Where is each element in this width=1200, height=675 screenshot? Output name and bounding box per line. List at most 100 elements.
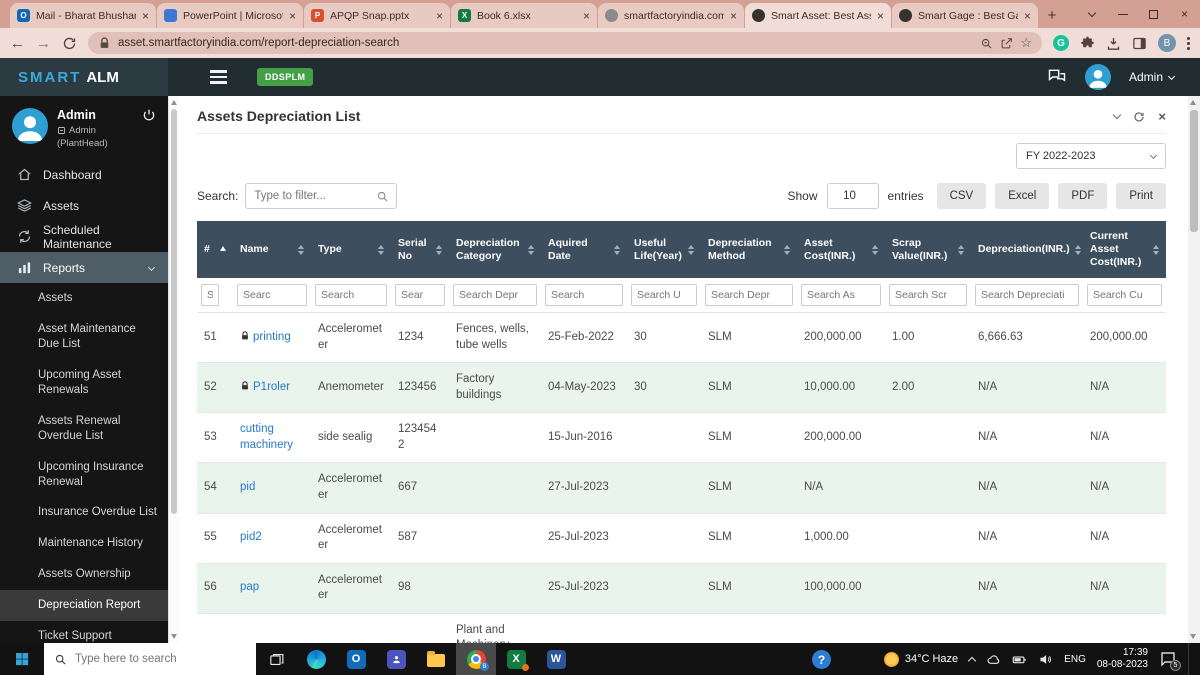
show-desktop-button[interactable]	[1188, 643, 1192, 675]
browser-menu-icon[interactable]	[1187, 37, 1190, 50]
column-header-serial-no[interactable]: Serial No	[391, 221, 449, 278]
search-input[interactable]	[245, 183, 397, 209]
column-header-name[interactable]: Name	[233, 221, 311, 278]
sort-icon[interactable]	[378, 245, 384, 255]
column-header-[interactable]: #	[197, 221, 233, 278]
column-filter-input-5[interactable]	[545, 284, 623, 306]
sort-icon[interactable]	[1075, 245, 1081, 255]
print-export-button[interactable]: Print	[1116, 183, 1166, 209]
hamburger-menu-icon[interactable]	[210, 70, 227, 84]
column-filter-input-7[interactable]	[705, 284, 793, 306]
column-header-depreciation-category[interactable]: Depreciation Category	[449, 221, 541, 278]
column-header-current-asset-cost-inr[interactable]: Current Asset Cost(INR.)	[1083, 221, 1166, 278]
tab-close-icon[interactable]: ×	[142, 10, 149, 22]
tab-close-icon[interactable]: ×	[289, 10, 296, 22]
tray-expand-icon[interactable]	[968, 656, 976, 664]
sidebar-subitem-maintenance-history[interactable]: Maintenance History	[0, 528, 168, 559]
sidebar-item-dashboard[interactable]: Dashboard	[0, 159, 168, 190]
user-avatar[interactable]	[1085, 64, 1111, 90]
tab-close-icon[interactable]: ×	[1024, 10, 1031, 22]
sidebar-item-scheduled-maintenance[interactable]: Scheduled Maintenance	[0, 221, 168, 252]
asset-name-link[interactable]: printing	[253, 331, 291, 343]
tab-close-icon[interactable]: ×	[730, 10, 737, 22]
panel-collapse-icon[interactable]	[1113, 111, 1121, 119]
ddsplm-badge[interactable]: DDSPLM	[257, 68, 313, 86]
downloads-icon[interactable]	[1106, 36, 1121, 51]
column-filter-input-8[interactable]	[801, 284, 881, 306]
column-header-depreciation-method[interactable]: Depreciation Method	[701, 221, 797, 278]
sidebar-subitem-asset-maintenance-due-list[interactable]: Asset Maintenance Due List	[0, 314, 168, 360]
share-icon[interactable]	[1000, 37, 1013, 50]
taskbar-app-chrome[interactable]: B	[456, 643, 496, 675]
speaker-icon[interactable]	[1038, 652, 1053, 667]
sort-icon[interactable]	[614, 245, 620, 255]
grammarly-extension-icon[interactable]: G	[1053, 35, 1069, 51]
maximize-button[interactable]	[1138, 0, 1169, 28]
onedrive-cloud-icon[interactable]	[986, 652, 1001, 667]
sidebar-item-assets[interactable]: Assets	[0, 190, 168, 221]
sidebar-item-reports[interactable]: Reports	[0, 252, 168, 283]
asset-name-link[interactable]: pid	[240, 481, 255, 493]
sidebar-subitem-depreciation-report[interactable]: Depreciation Report	[0, 590, 168, 621]
column-filter-input-2[interactable]	[315, 284, 387, 306]
scrollbar-thumb[interactable]	[171, 109, 177, 514]
taskbar-app-outlook[interactable]: O	[336, 643, 376, 675]
column-header-asset-cost-inr[interactable]: Asset Cost(INR.)	[797, 221, 885, 278]
panel-close-icon[interactable]: ×	[1158, 110, 1166, 123]
sidebar-subitem-assets[interactable]: Assets	[0, 283, 168, 314]
sidebar-subitem-insurance-overdue-list[interactable]: Insurance Overdue List	[0, 497, 168, 528]
column-filter-input-1[interactable]	[237, 284, 307, 306]
language-indicator[interactable]: ENG	[1064, 654, 1086, 665]
browser-tab[interactable]: PAPQP Snap.pptx×	[304, 3, 450, 28]
column-filter-input-3[interactable]	[395, 284, 445, 306]
extensions-puzzle-icon[interactable]	[1080, 36, 1095, 51]
browser-tab[interactable]: Smart Gage : Best Ga×	[892, 3, 1038, 28]
column-header-scrap-value-inr[interactable]: Scrap Value(INR.)	[885, 221, 971, 278]
taskbar-app-teams[interactable]	[376, 643, 416, 675]
taskbar-search-input[interactable]	[75, 653, 235, 665]
panel-refresh-icon[interactable]	[1133, 110, 1145, 122]
taskbar-app-excel[interactable]: X	[496, 643, 536, 675]
address-bar[interactable]: asset.smartfactoryindia.com/report-depre…	[88, 32, 1042, 54]
asset-name-link[interactable]: pap	[240, 581, 259, 593]
sidebar-subitem-ticket-support[interactable]: Ticket Support	[0, 621, 168, 643]
tab-close-icon[interactable]: ×	[583, 10, 590, 22]
scroll-up-arrow[interactable]	[171, 100, 177, 105]
asset-name-link[interactable]: cutting machinery	[240, 423, 293, 451]
column-header-useful-life-year[interactable]: Useful Life(Year)	[627, 221, 701, 278]
excel-export-button[interactable]: Excel	[995, 183, 1049, 209]
column-filter-input-6[interactable]	[631, 284, 697, 306]
forward-icon[interactable]: →	[36, 36, 51, 51]
sort-icon[interactable]	[1153, 245, 1159, 255]
zoom-out-icon[interactable]	[980, 37, 993, 50]
reload-icon[interactable]	[62, 36, 77, 51]
browser-tab[interactable]: XBook 6.xlsx×	[451, 3, 597, 28]
get-help-icon[interactable]: ?	[812, 650, 831, 669]
taskbar-clock[interactable]: 17:39 08-08-2023	[1097, 647, 1148, 672]
taskbar-app-file-explorer[interactable]	[416, 643, 456, 675]
sidebar-subitem-assets-ownership[interactable]: Assets Ownership	[0, 559, 168, 590]
browser-profile-avatar[interactable]: B	[1158, 34, 1176, 52]
power-icon[interactable]	[142, 108, 156, 122]
minimize-button[interactable]	[1107, 0, 1138, 28]
taskbar-app-edge[interactable]	[296, 643, 336, 675]
asset-name-link[interactable]: P1roler	[253, 381, 290, 393]
app-logo[interactable]: SMART ALM	[0, 58, 168, 96]
sort-icon[interactable]	[528, 245, 534, 255]
csv-export-button[interactable]: CSV	[937, 183, 987, 209]
browser-tab[interactable]: smartfactoryindia.com×	[598, 3, 744, 28]
new-tab-button[interactable]: +	[1039, 3, 1065, 28]
column-filter-input-11[interactable]	[1087, 284, 1162, 306]
scroll-down-arrow[interactable]	[1190, 634, 1196, 639]
column-header-aquired-date[interactable]: Aquired Date	[541, 221, 627, 278]
sidebar-scrollbar[interactable]	[168, 96, 179, 643]
bookmark-star-icon[interactable]: ☆	[1020, 35, 1032, 51]
browser-tab[interactable]: PowerPoint | Microsof×	[157, 3, 303, 28]
asset-name-link[interactable]: pid2	[240, 531, 262, 543]
column-filter-input-10[interactable]	[975, 284, 1079, 306]
column-filter-input-0[interactable]	[201, 284, 219, 306]
start-button[interactable]	[0, 643, 44, 675]
page-scrollbar[interactable]	[1188, 96, 1200, 643]
browser-tab[interactable]: OMail - Bharat Bhushan×	[10, 3, 156, 28]
sort-icon[interactable]	[688, 245, 694, 255]
